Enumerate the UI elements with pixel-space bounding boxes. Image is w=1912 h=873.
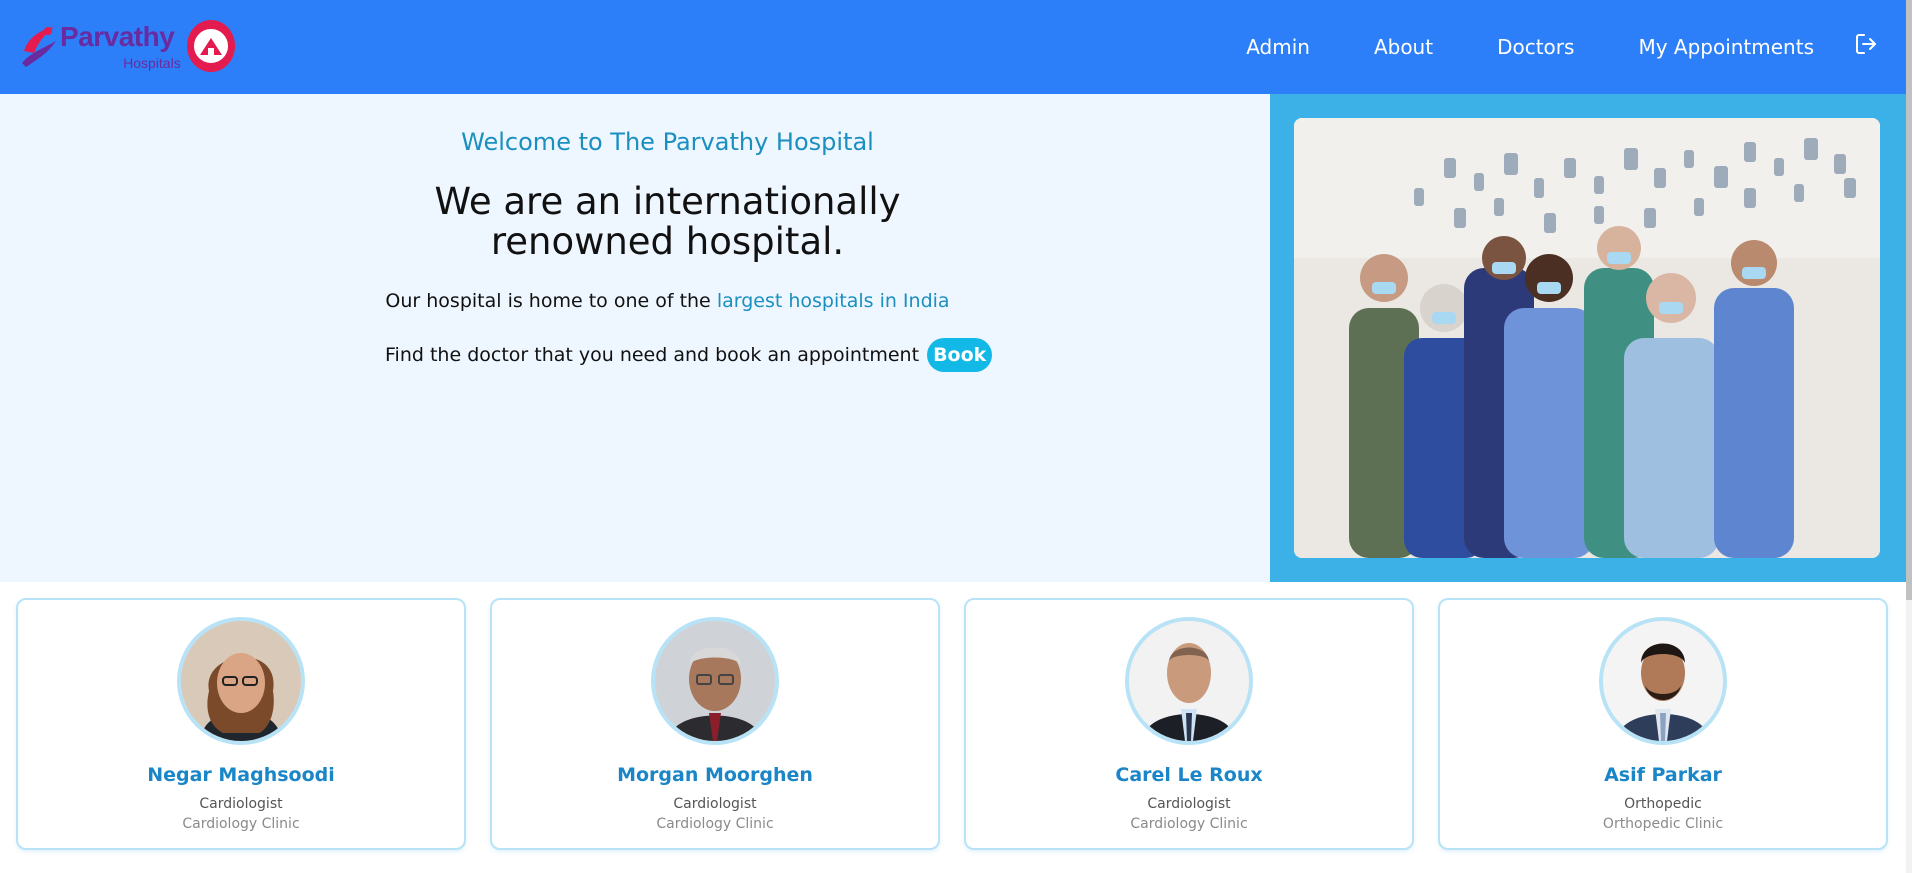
brand-logo[interactable]: Parvathy Hospitals: [20, 16, 235, 76]
hero-heading-line2: renowned hospital.: [490, 220, 845, 263]
doctor-card[interactable]: Morgan Moorghen Cardiologist Cardiology …: [490, 598, 940, 850]
hero-find-row: Find the doctor that you need and book a…: [385, 338, 993, 372]
hero-find-text: Find the doctor that you need and book a…: [385, 344, 920, 366]
brand-text: Parvathy Hospitals: [60, 21, 181, 71]
hero-subtext: Our hospital is home to one of the large…: [0, 290, 1335, 312]
doctor-clinic: Cardiology Clinic: [656, 816, 774, 832]
doctor-cards: Negar Maghsoodi Cardiologist Cardiology …: [16, 598, 1890, 850]
nav-admin[interactable]: Admin: [1246, 35, 1310, 59]
staff-group-photo: [1294, 118, 1880, 558]
hero-heading-line1: We are an internationally: [434, 180, 901, 223]
brand-name: Parvathy: [60, 21, 175, 52]
scrollbar-thumb[interactable]: [1906, 0, 1912, 600]
doctor-name: Morgan Moorghen: [617, 764, 813, 786]
doctor-clinic: Orthopedic Clinic: [1602, 816, 1724, 832]
doctor-avatar: [177, 617, 305, 745]
doctor-avatar: [651, 617, 779, 745]
hero-welcome: Welcome to The Parvathy Hospital: [461, 128, 874, 156]
doctor-name: Carel Le Roux: [1115, 764, 1263, 786]
book-button[interactable]: Book: [927, 338, 993, 372]
hero-section: Welcome to The Parvathy Hospital We are …: [0, 94, 1270, 582]
hero-sub-prefix: Our hospital is home to one of the: [385, 290, 711, 312]
nav-links: Admin About Doctors My Appointments: [1246, 0, 1814, 94]
doctor-card[interactable]: Negar Maghsoodi Cardiologist Cardiology …: [16, 598, 466, 850]
hospital-seal-icon: [186, 20, 235, 72]
doctor-name: Negar Maghsoodi: [147, 764, 335, 786]
doctor-specialty: Orthopedic: [1624, 796, 1702, 812]
nav-about[interactable]: About: [1374, 35, 1433, 59]
nav-doctors[interactable]: Doctors: [1497, 35, 1574, 59]
hero-sub-highlight: largest hospitals in India: [716, 290, 950, 312]
doctor-card[interactable]: Asif Parkar Orthopedic Orthopedic Clinic: [1438, 598, 1888, 850]
brand-sub: Hospitals: [123, 55, 181, 71]
brand-mark-icon: [20, 23, 58, 69]
nav-my-appointments[interactable]: My Appointments: [1638, 35, 1814, 59]
navbar: Parvathy Hospitals Admin About Doctors M…: [0, 0, 1906, 94]
hero-photo-panel: [1270, 94, 1906, 582]
doctor-card[interactable]: Carel Le Roux Cardiologist Cardiology Cl…: [964, 598, 1414, 850]
doctor-name: Asif Parkar: [1604, 764, 1722, 786]
doctor-clinic: Cardiology Clinic: [182, 816, 300, 832]
page-scrollbar[interactable]: [1906, 0, 1912, 873]
doctor-specialty: Cardiologist: [1147, 796, 1231, 812]
doctor-specialty: Cardiologist: [673, 796, 757, 812]
logout-icon[interactable]: [1854, 32, 1878, 56]
doctor-avatar: [1125, 617, 1253, 745]
hero-heading: We are an internationally renowned hospi…: [0, 182, 1335, 262]
doctor-specialty: Cardiologist: [199, 796, 283, 812]
doctor-clinic: Cardiology Clinic: [1130, 816, 1248, 832]
doctor-avatar: [1599, 617, 1727, 745]
